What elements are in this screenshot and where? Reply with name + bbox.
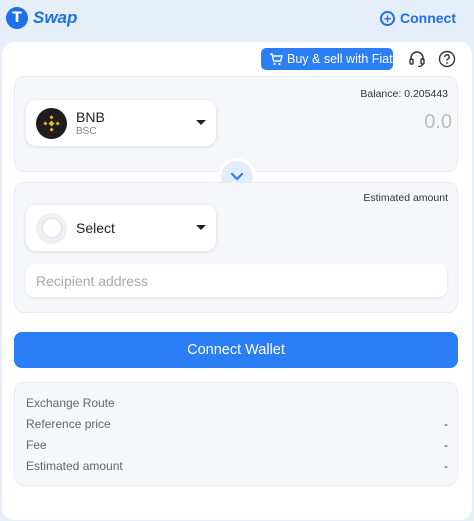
connect-button[interactable]: + Connect [380, 10, 456, 26]
route-title-row: Exchange Route [26, 396, 448, 410]
buy-sell-fiat-button[interactable]: Buy & sell with Fiat [261, 48, 393, 70]
chevron-down-icon [230, 172, 244, 181]
headset-icon[interactable] [408, 50, 426, 68]
to-token-selector[interactable]: Select [26, 205, 216, 251]
estimated-amount-label: Estimated amount [363, 192, 448, 204]
top-bar: T Swap + Connect [0, 0, 474, 36]
fiat-label: Buy & sell with Fiat [287, 52, 393, 66]
from-token-chain: BSC [76, 126, 97, 137]
chevron-down-icon [196, 120, 206, 125]
recipient-address-input[interactable] [26, 264, 447, 297]
info-row: Fee - [26, 438, 448, 452]
select-token-label: Select [76, 220, 115, 236]
chevron-down-icon [196, 225, 206, 230]
exchange-route-label: Exchange Route [26, 396, 115, 410]
connect-wallet-button[interactable]: Connect Wallet [14, 332, 458, 368]
info-row-value: - [444, 438, 448, 452]
logo-icon: T [6, 7, 28, 29]
help-icon[interactable] [438, 50, 456, 68]
plus-circle-icon: + [380, 10, 395, 26]
from-token-selector[interactable]: BNB BSC [26, 100, 216, 146]
brand: T Swap [6, 7, 77, 29]
placeholder-token-icon [36, 212, 67, 244]
balance-text: Balance: 0.205443 [360, 88, 448, 100]
bnb-icon [36, 107, 67, 139]
info-row: Reference price - [26, 417, 448, 431]
info-row-value: - [444, 459, 448, 473]
from-token-symbol: BNB [76, 109, 105, 125]
info-row-value: - [444, 417, 448, 431]
info-row-label: Estimated amount [26, 459, 123, 473]
connect-label: Connect [400, 10, 456, 26]
info-row: Estimated amount - [26, 459, 448, 473]
from-amount-input[interactable]: 0.0 [424, 111, 452, 134]
cart-icon [270, 52, 283, 65]
brand-name: Swap [33, 8, 78, 27]
info-row-label: Reference price [26, 417, 111, 431]
info-row-label: Fee [26, 438, 47, 452]
